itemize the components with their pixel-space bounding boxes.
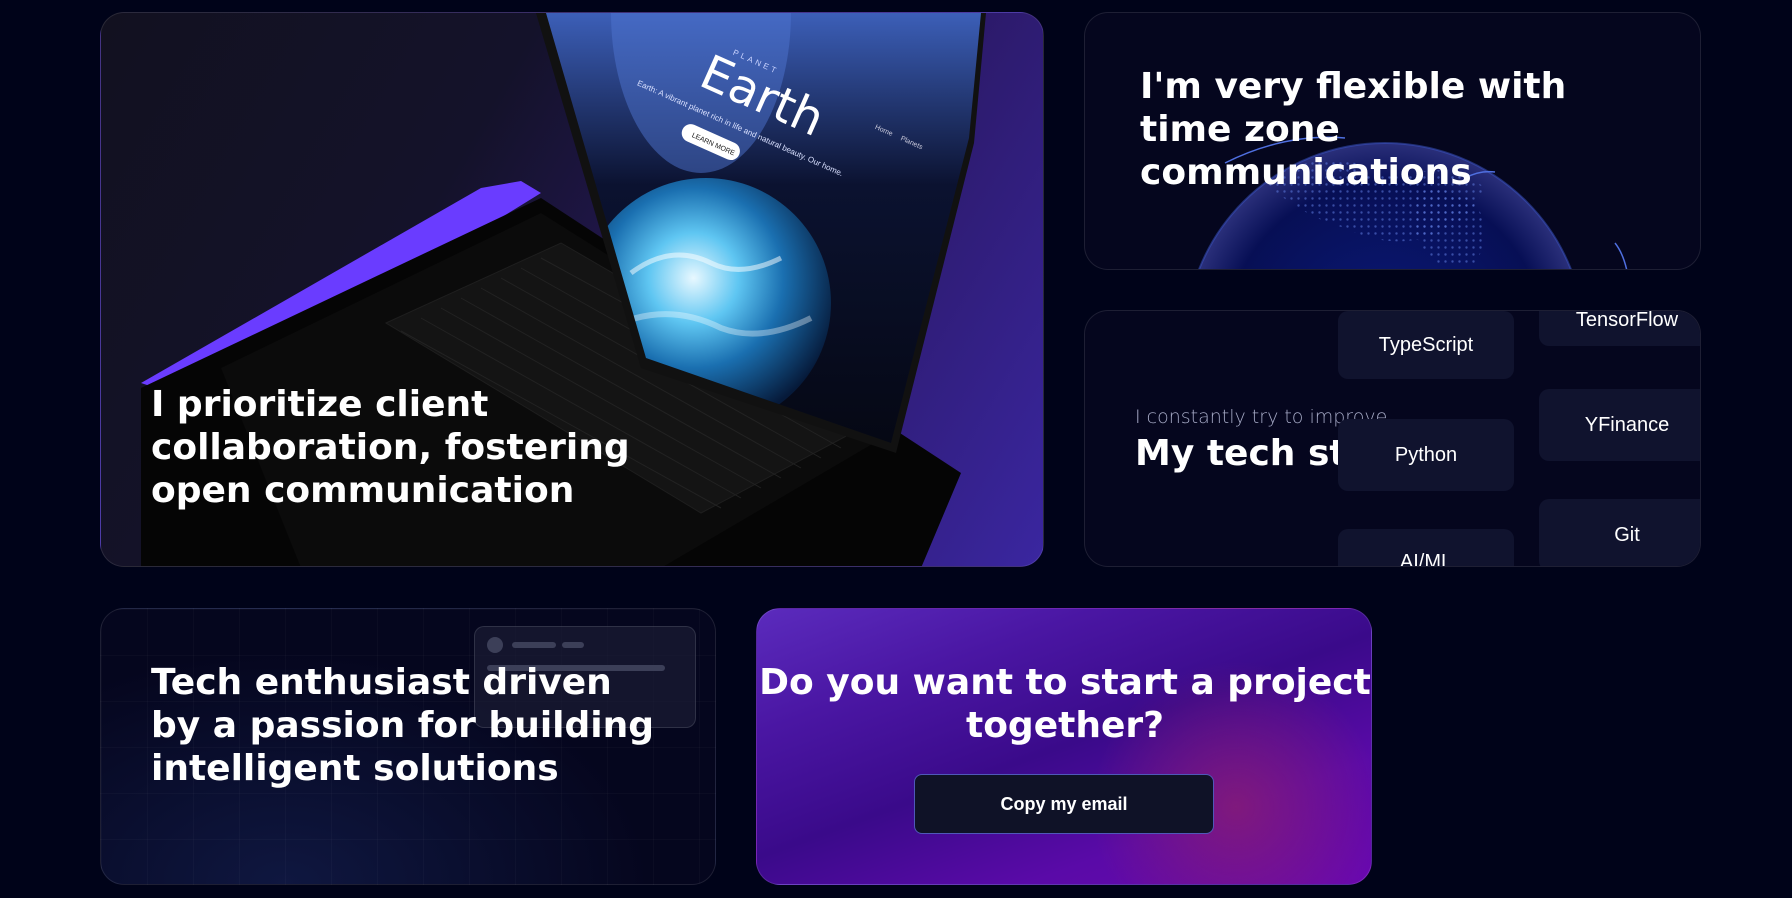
copy-email-button[interactable]: Copy my email [914,774,1214,834]
tech-pill-label: YFinance [1584,413,1670,436]
cta-title: Do you want to start a project together? [759,662,1371,747]
project-cta-card: Do you want to start a project together?… [756,608,1372,885]
tech-pill-aiml: AI/ML [1338,529,1514,567]
tech-stack-card: I constantly try to improve My tech stac… [1084,310,1701,567]
tech-pill-label: Python [1394,443,1458,466]
grid-page: PLANET Earth Earth: A vibrant planet ric… [0,0,1792,898]
tech-pill-tensorflow: TensorFlow [1539,310,1700,346]
tech-pill-label: TypeScript [1378,333,1474,356]
tech-pill-python: Python [1338,419,1514,491]
tech-pill-typescript: TypeScript [1338,311,1514,379]
enthusiast-card: Tech enthusiast driven by a passion for … [100,608,716,885]
tech-pill-label: TensorFlow [1575,310,1679,331]
tech-pill-yfinance: YFinance [1539,389,1700,461]
enthusiast-title: Tech enthusiast driven by a passion for … [151,662,655,790]
collaboration-card: PLANET Earth Earth: A vibrant planet ric… [100,12,1044,567]
mock-line [512,642,556,648]
timezone-title: I'm very flexible with time zone communi… [1140,66,1567,194]
timezone-card: I'm very flexible with time zone communi… [1084,12,1701,270]
tech-pill-label: AI/ML [1399,551,1453,567]
collaboration-title: I prioritize client collaboration, foste… [151,384,630,512]
mock-avatar-dot [487,637,503,653]
mock-line [562,642,584,648]
tech-pill-label: Git [1614,523,1640,546]
tech-pill-git: Git [1539,499,1700,566]
